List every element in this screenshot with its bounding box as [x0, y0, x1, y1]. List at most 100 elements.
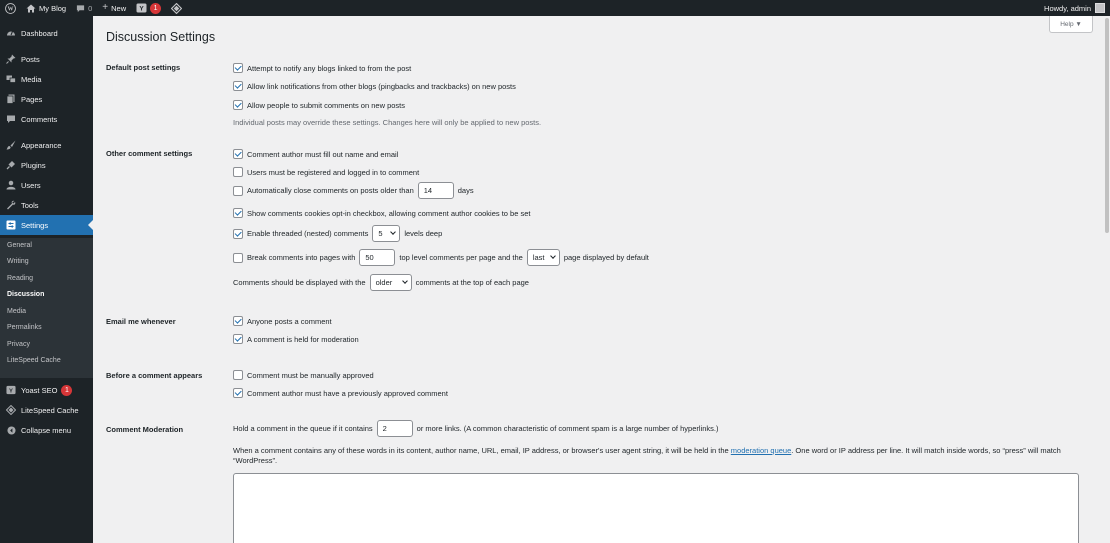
submenu-writing[interactable]: Writing	[7, 258, 29, 265]
menu-pages[interactable]: Pages	[0, 89, 93, 109]
pin-icon	[6, 54, 16, 64]
howdy-text: Howdy, admin	[1044, 3, 1091, 13]
scrollbar-thumb[interactable]	[1105, 18, 1109, 233]
menu-media[interactable]: Media	[0, 69, 93, 89]
new-content-link[interactable]: + New	[97, 0, 131, 16]
menu-label: Collapse menu	[21, 425, 72, 435]
wordpress-logo-icon[interactable]: W	[0, 0, 21, 16]
option-label: Attempt to notify any blogs linked to fr…	[247, 63, 412, 73]
email-anyone-posts-checkbox[interactable]	[233, 316, 243, 326]
option-label: Users must be registered and logged in t…	[247, 167, 420, 177]
thread-depth-select[interactable]: 5	[372, 225, 401, 242]
collapse-icon	[6, 425, 16, 435]
cookies-opt-in-option[interactable]: Show comments cookies opt-in checkbox, a…	[233, 208, 530, 218]
comments-link[interactable]: 0	[71, 0, 97, 16]
my-account-link[interactable]: Howdy, admin	[1039, 0, 1110, 16]
hold-links-option: Hold a comment in the queue if it contai…	[233, 420, 718, 437]
allow-pingbacks-option[interactable]: Allow link notifications from other blog…	[233, 81, 516, 91]
menu-plugins[interactable]: Plugins	[0, 155, 93, 175]
option-label: Comments should be displayed with the	[233, 278, 366, 287]
default-page-select[interactable]: last	[526, 249, 560, 266]
allow-comments-checkbox[interactable]	[233, 100, 243, 110]
menu-yoast-seo[interactable]: Y Yoast SEO 1	[0, 380, 93, 400]
menu-dashboard[interactable]: Dashboard	[0, 23, 93, 43]
submenu-litespeed-cache[interactable]: LiteSpeed Cache	[7, 357, 61, 364]
require-name-email-option[interactable]: Comment author must fill out name and em…	[233, 149, 398, 159]
notify-blogs-checkbox[interactable]	[233, 63, 243, 73]
moderation-keys-textarea[interactable]	[233, 473, 1079, 543]
option-label: Anyone posts a comment	[247, 316, 332, 326]
email-held-moderation-option[interactable]: A comment is held for moderation	[233, 334, 359, 344]
close-comments-days-input[interactable]: 14	[417, 182, 454, 199]
menu-users[interactable]: Users	[0, 175, 93, 195]
menu-settings[interactable]: Settings	[0, 215, 93, 235]
menu-posts[interactable]: Posts	[0, 49, 93, 69]
menu-label: Plugins	[21, 160, 46, 170]
threaded-comments-option: Enable threaded (nested) comments 5 leve…	[233, 225, 442, 242]
threaded-comments-checkbox[interactable]	[233, 228, 243, 239]
previously-approved-option[interactable]: Comment author must have a previously ap…	[233, 388, 448, 398]
allow-pingbacks-checkbox[interactable]	[233, 81, 243, 91]
notify-blogs-option[interactable]: Attempt to notify any blogs linked to fr…	[233, 63, 411, 73]
option-label: Allow people to submit comments on new p…	[247, 100, 405, 110]
email-held-moderation-checkbox[interactable]	[233, 334, 243, 344]
paginate-comments-checkbox[interactable]	[233, 252, 243, 263]
menu-tools[interactable]: Tools	[0, 195, 93, 215]
svg-text:Y: Y	[9, 388, 13, 394]
menu-label: Yoast SEO	[21, 385, 58, 395]
media-icon	[6, 74, 16, 84]
max-links-input[interactable]: 2	[376, 420, 413, 437]
cookies-opt-in-checkbox[interactable]	[233, 208, 243, 218]
submenu-discussion[interactable]: Discussion	[7, 291, 44, 298]
yoast-badge: 1	[150, 2, 162, 14]
help-button[interactable]: Help ▼	[1049, 16, 1093, 33]
submenu-reading[interactable]: Reading	[7, 275, 33, 282]
require-name-email-checkbox[interactable]	[233, 149, 243, 159]
litespeed-icon	[171, 2, 183, 14]
comment-order-select[interactable]: older	[369, 274, 412, 291]
manual-approval-option[interactable]: Comment must be manually approved	[233, 370, 374, 380]
registration-required-checkbox[interactable]	[233, 167, 243, 177]
user-icon	[6, 180, 16, 190]
menu-appearance[interactable]: Appearance	[0, 135, 93, 155]
option-label: Break comments into pages with	[247, 253, 356, 262]
registration-required-option[interactable]: Users must be registered and logged in t…	[233, 167, 419, 177]
comment-icon	[76, 4, 85, 12]
option-label: Comment author must fill out name and em…	[247, 149, 399, 159]
option-label: Comment must be manually approved	[247, 370, 374, 380]
menu-label: Users	[21, 180, 41, 190]
select-value: 5	[378, 229, 383, 238]
site-name-link[interactable]: My Blog	[21, 0, 71, 16]
home-icon	[26, 4, 36, 12]
litespeed-adminbar-link[interactable]	[166, 0, 187, 16]
option-label: or more links. (A common characteristic …	[416, 424, 719, 433]
allow-comments-option[interactable]: Allow people to submit comments on new p…	[233, 100, 405, 110]
menu-label: Pages	[21, 94, 43, 104]
submenu-permalinks[interactable]: Permalinks	[7, 324, 42, 331]
close-comments-option: Automatically close comments on posts ol…	[233, 182, 474, 199]
comments-per-page-input[interactable]: 50	[359, 249, 396, 266]
page-scrollbar[interactable]	[1104, 16, 1110, 543]
yoast-icon: Y	[136, 3, 147, 13]
manual-approval-checkbox[interactable]	[233, 370, 243, 380]
submenu-general[interactable]: General	[7, 242, 32, 249]
email-anyone-posts-option[interactable]: Anyone posts a comment	[233, 316, 332, 326]
collapse-menu-button[interactable]: Collapse menu	[0, 420, 93, 440]
menu-comments[interactable]: Comments	[0, 109, 93, 129]
yoast-adminbar-link[interactable]: Y 1	[131, 0, 166, 16]
menu-litespeed-cache[interactable]: LiteSpeed Cache	[0, 400, 93, 420]
default-post-settings-label: Default post settings	[106, 63, 181, 72]
previously-approved-checkbox[interactable]	[233, 388, 243, 398]
close-comments-checkbox[interactable]	[233, 185, 243, 196]
default-post-description: Individual posts may override these sett…	[233, 118, 542, 127]
moderation-queue-link[interactable]: moderation queue	[731, 446, 791, 455]
dashboard-icon	[6, 28, 16, 38]
new-label: New	[111, 3, 127, 13]
submenu-media[interactable]: Media	[7, 308, 26, 315]
plug-icon	[6, 160, 16, 170]
menu-label: Dashboard	[21, 28, 58, 38]
option-label: Show comments cookies opt-in checkbox, a…	[247, 208, 531, 218]
before-comment-appears-label: Before a comment appears	[106, 371, 203, 380]
menu-label: Appearance	[21, 140, 62, 150]
submenu-privacy[interactable]: Privacy	[7, 341, 30, 348]
